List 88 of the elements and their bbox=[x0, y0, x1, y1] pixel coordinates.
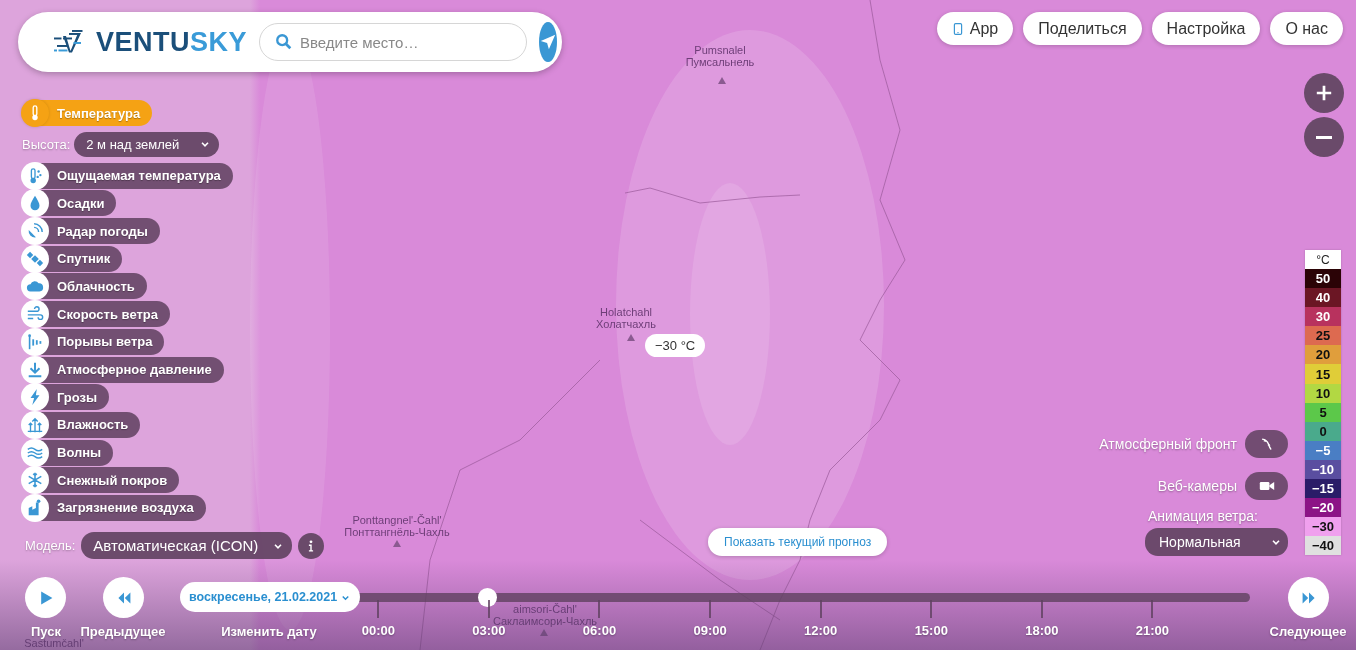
place-name: Понттангнёль-Чахль bbox=[344, 526, 450, 538]
timeline-handle[interactable] bbox=[478, 588, 498, 607]
height-label: Высота: bbox=[22, 136, 71, 152]
change-date-label: Изменить дату bbox=[221, 624, 317, 639]
nav-button[interactable]: Настройка bbox=[1151, 12, 1261, 45]
place-name: Pumsnalel bbox=[694, 44, 746, 56]
place-name: Ponttangnel'-Čahl' bbox=[352, 514, 442, 526]
plus-icon bbox=[1315, 84, 1333, 102]
place-name: Holatchahl bbox=[600, 306, 652, 318]
overlay-label: Веб-камеры bbox=[1157, 478, 1237, 494]
time-label: 09:00 bbox=[693, 623, 727, 638]
current-forecast-button[interactable]: Показать текущий прогноз bbox=[708, 528, 888, 556]
legend-step: 5 bbox=[1305, 402, 1341, 422]
height-dropdown[interactable]: 2 м над землей bbox=[74, 131, 220, 157]
layer-button[interactable]: Осадки bbox=[22, 190, 117, 217]
peak-icon bbox=[718, 77, 726, 84]
legend-step: 30 bbox=[1305, 307, 1341, 327]
layer-button[interactable]: Снежный покров bbox=[22, 467, 180, 494]
zoom-in-button[interactable] bbox=[1304, 73, 1344, 113]
next-button[interactable] bbox=[1288, 577, 1329, 618]
nav-button[interactable]: Поделиться bbox=[1023, 12, 1142, 45]
peak-icon bbox=[393, 540, 401, 547]
next-label: Следующее bbox=[1269, 624, 1347, 639]
legend-step: 50 bbox=[1305, 269, 1341, 289]
logo-text: VENTUSKY bbox=[96, 26, 248, 58]
legend-step: 40 bbox=[1305, 288, 1341, 308]
time-label: 12:00 bbox=[804, 623, 838, 638]
front-toggle[interactable] bbox=[1245, 430, 1288, 458]
layer-button[interactable]: Волны bbox=[22, 439, 114, 466]
location-arrow-icon bbox=[539, 33, 558, 51]
legend-step: 10 bbox=[1305, 383, 1341, 403]
webcam-toggle[interactable] bbox=[1245, 472, 1288, 500]
minus-icon bbox=[1316, 135, 1332, 139]
nav-button[interactable]: App bbox=[936, 12, 1014, 45]
legend-step: 15 bbox=[1305, 364, 1341, 384]
peak-icon bbox=[627, 334, 635, 341]
layer-button[interactable]: Грозы bbox=[22, 384, 110, 411]
locate-button[interactable] bbox=[539, 22, 558, 62]
model-dropdown[interactable]: Автоматическая (ICON) bbox=[81, 532, 293, 559]
time-label: 00:00 bbox=[361, 623, 395, 638]
legend-step: 25 bbox=[1305, 326, 1341, 346]
search-icon bbox=[275, 33, 294, 51]
snowflake-icon bbox=[26, 471, 44, 490]
layer-button[interactable]: Атмосферное давление bbox=[22, 356, 224, 383]
previous-button[interactable] bbox=[103, 577, 144, 618]
date-button[interactable]: воскресенье, 21.02.2021 bbox=[180, 582, 360, 612]
layer-button[interactable]: Порывы ветра bbox=[22, 328, 165, 355]
satellite-icon bbox=[26, 249, 44, 268]
down-arrow-icon bbox=[26, 360, 44, 379]
legend-step: −15 bbox=[1305, 479, 1341, 499]
wind-animation-dropdown[interactable]: Нормальная bbox=[1145, 528, 1288, 556]
arrows-up-icon bbox=[26, 415, 44, 434]
layer-button[interactable]: Ощущаемая температура bbox=[22, 162, 233, 189]
play-label: Пуск bbox=[31, 624, 61, 639]
place-name: Саклаимсори-Чахль bbox=[492, 615, 598, 627]
model-label: Модель: bbox=[25, 538, 76, 553]
layer-button[interactable]: Спутник bbox=[22, 245, 123, 272]
legend-step: −40 bbox=[1305, 536, 1341, 556]
zoom-out-button[interactable] bbox=[1304, 117, 1344, 157]
legend-step: −10 bbox=[1305, 459, 1341, 480]
legend-step: −20 bbox=[1305, 498, 1341, 518]
time-label: 15:00 bbox=[914, 623, 948, 638]
layer-button[interactable]: Влажность bbox=[22, 411, 141, 438]
legend-step: −30 bbox=[1305, 517, 1341, 537]
temperature-label: −30 °C bbox=[645, 334, 706, 357]
time-label: 18:00 bbox=[1025, 623, 1059, 638]
time-label: 21:00 bbox=[1135, 623, 1170, 638]
layer-button[interactable]: Загрязнение воздуха bbox=[22, 494, 206, 521]
layer-button[interactable]: Облачность bbox=[22, 273, 147, 300]
layer-button[interactable]: Радар погоды bbox=[22, 218, 160, 245]
flag-bars-icon bbox=[26, 332, 44, 351]
place-name: Пумсальнель bbox=[685, 56, 755, 68]
search-field[interactable]: Введите место… bbox=[259, 23, 528, 61]
legend-step: 0 bbox=[1305, 421, 1341, 441]
front-line-icon bbox=[1259, 435, 1274, 453]
nav-button[interactable]: О нас bbox=[1270, 12, 1343, 45]
play-button[interactable] bbox=[25, 577, 66, 618]
wind-animation-label: Анимация ветра: bbox=[1147, 508, 1258, 524]
legend-step: −5 bbox=[1305, 440, 1341, 460]
overlay-label: Атмосферный фронт bbox=[1099, 436, 1237, 452]
legend-step: 20 bbox=[1305, 345, 1341, 365]
layer-button[interactable]: Скорость ветра bbox=[22, 301, 170, 328]
place-name: aimsori-Čahl' bbox=[513, 603, 577, 615]
previous-label: Предыдущее bbox=[80, 624, 166, 639]
info-button[interactable] bbox=[298, 532, 325, 559]
place-name: Холатчахль bbox=[596, 318, 656, 330]
legend-unit: °C bbox=[1305, 250, 1341, 269]
peak-icon bbox=[540, 629, 548, 636]
